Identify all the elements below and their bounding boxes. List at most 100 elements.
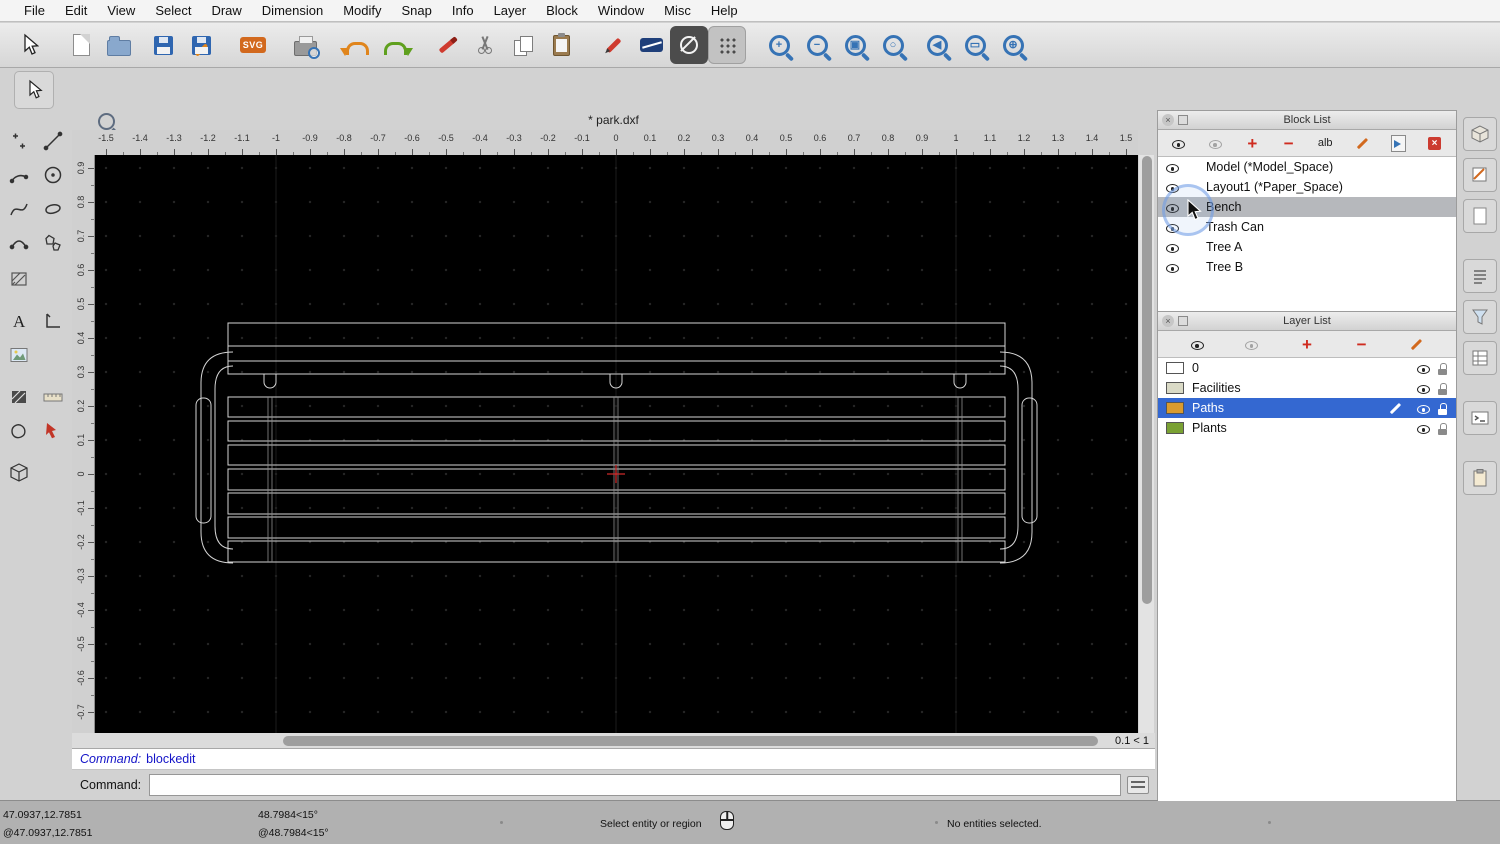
menu-help[interactable]: Help: [701, 3, 748, 18]
image-tool[interactable]: [2, 338, 36, 372]
layer-color-swatch[interactable]: [1166, 362, 1184, 374]
spline-tool[interactable]: [2, 192, 36, 226]
pattern-tool[interactable]: [2, 380, 36, 414]
pen-icon[interactable]: [1388, 401, 1402, 415]
zoom-auto-button[interactable]: ▣: [836, 26, 874, 64]
close-icon[interactable]: ×: [1162, 114, 1174, 126]
copy-button[interactable]: [504, 26, 542, 64]
new-file-button[interactable]: [62, 26, 100, 64]
horizontal-scrollbar-thumb[interactable]: [283, 735, 1098, 746]
menu-dimension[interactable]: Dimension: [252, 3, 333, 18]
zoom-pan-button[interactable]: ⊕: [994, 26, 1032, 64]
eye-icon[interactable]: [1166, 201, 1180, 214]
add-layer-button[interactable]: +: [1292, 333, 1322, 355]
polygon-tool[interactable]: [36, 226, 70, 260]
eye-icon[interactable]: [1417, 422, 1431, 435]
pen-edit-button[interactable]: [594, 26, 632, 64]
eye-icon[interactable]: [1166, 181, 1180, 194]
horizontal-scrollbar[interactable]: [72, 733, 1098, 748]
float-icon[interactable]: [1178, 316, 1188, 326]
float-icon[interactable]: [1178, 115, 1188, 125]
layer-row-paths[interactable]: Paths: [1158, 398, 1456, 418]
menu-modify[interactable]: Modify: [333, 3, 391, 18]
close-icon[interactable]: ×: [1162, 315, 1174, 327]
eye-icon[interactable]: [1417, 382, 1431, 395]
vertical-scrollbar[interactable]: [1139, 155, 1154, 733]
dock-btn-list[interactable]: [1463, 259, 1497, 293]
lock-icon[interactable]: [1438, 422, 1448, 435]
menu-select[interactable]: Select: [145, 3, 201, 18]
paste-button[interactable]: [542, 26, 580, 64]
svg-export-button[interactable]: SVG: [234, 26, 272, 64]
dock-btn-block[interactable]: [1463, 117, 1497, 151]
hide-all-blocks-button[interactable]: [1201, 132, 1231, 154]
points-tool[interactable]: [2, 124, 36, 158]
erase-button[interactable]: [428, 26, 466, 64]
drawing-canvas[interactable]: [95, 155, 1138, 733]
layer-row-plants[interactable]: Plants: [1158, 418, 1456, 438]
menu-view[interactable]: View: [97, 3, 145, 18]
vertical-scrollbar-thumb[interactable]: [1141, 156, 1152, 604]
dock-btn-clipboard[interactable]: [1463, 461, 1497, 495]
eye-icon[interactable]: [1166, 261, 1180, 274]
command-input[interactable]: [149, 774, 1121, 796]
menu-info[interactable]: Info: [442, 3, 484, 18]
layer-row-0[interactable]: 0: [1158, 358, 1456, 378]
add-block-button[interactable]: +: [1237, 132, 1267, 154]
undo-button[interactable]: [338, 26, 376, 64]
solid-tool[interactable]: [2, 456, 36, 490]
block-row-tree-b[interactable]: Tree B: [1158, 257, 1456, 277]
eye-icon[interactable]: [1417, 362, 1431, 375]
show-all-layers-button[interactable]: [1183, 333, 1213, 355]
delete-all-blocks-button[interactable]: ×: [1420, 132, 1450, 154]
open-file-button[interactable]: [100, 26, 138, 64]
modify-tool[interactable]: [36, 414, 70, 448]
rename-block-button[interactable]: alb: [1310, 132, 1340, 154]
print-preview-button[interactable]: [286, 26, 324, 64]
menu-file[interactable]: File: [14, 3, 55, 18]
layer-color-swatch[interactable]: [1166, 402, 1184, 414]
layer-color-swatch[interactable]: [1166, 422, 1184, 434]
draw-donut-button[interactable]: [670, 26, 708, 64]
lock-icon[interactable]: [1438, 402, 1448, 415]
block-row-model[interactable]: Model (*Model_Space): [1158, 157, 1456, 177]
eye-icon[interactable]: [1166, 241, 1180, 254]
arc-tool[interactable]: [2, 158, 36, 192]
menu-draw[interactable]: Draw: [201, 3, 251, 18]
block-row-layout1[interactable]: Layout1 (*Paper_Space): [1158, 177, 1456, 197]
menu-edit[interactable]: Edit: [55, 3, 97, 18]
attributes-button[interactable]: [632, 26, 670, 64]
eye-icon[interactable]: [1417, 402, 1431, 415]
measure-tool[interactable]: [36, 380, 70, 414]
block-row-tree-a[interactable]: Tree A: [1158, 237, 1456, 257]
edit-block-button[interactable]: [1347, 132, 1377, 154]
circle-tool[interactable]: [36, 158, 70, 192]
block-row-bench[interactable]: Bench: [1158, 197, 1456, 217]
zoom-in-button[interactable]: +: [760, 26, 798, 64]
cut-button[interactable]: [466, 26, 504, 64]
dimension-tool[interactable]: [36, 304, 70, 338]
save-button[interactable]: [144, 26, 182, 64]
select-cursor-button[interactable]: [10, 26, 48, 64]
menu-block[interactable]: Block: [536, 3, 588, 18]
command-options-button[interactable]: [1127, 776, 1149, 794]
show-all-blocks-button[interactable]: [1164, 132, 1194, 154]
insert-block-button[interactable]: [1383, 132, 1413, 154]
text-tool[interactable]: A: [2, 304, 36, 338]
remove-layer-button[interactable]: −: [1347, 333, 1377, 355]
remove-block-button[interactable]: −: [1274, 132, 1304, 154]
zoom-redraw-button[interactable]: ○: [874, 26, 912, 64]
block-row-trash-can[interactable]: Trash Can: [1158, 217, 1456, 237]
grid-toggle-button[interactable]: [708, 26, 746, 64]
lock-icon[interactable]: [1438, 382, 1448, 395]
zoom-out-button[interactable]: −: [798, 26, 836, 64]
polyline-tool[interactable]: [2, 226, 36, 260]
dock-btn-filter[interactable]: [1463, 300, 1497, 334]
dock-btn-command[interactable]: [1463, 401, 1497, 435]
save-as-button[interactable]: [182, 26, 220, 64]
zoom-previous-button[interactable]: ◀: [918, 26, 956, 64]
menu-misc[interactable]: Misc: [654, 3, 701, 18]
zoom-window-button[interactable]: ▭: [956, 26, 994, 64]
dock-btn-library[interactable]: [1463, 341, 1497, 375]
eye-icon[interactable]: [1166, 161, 1180, 174]
